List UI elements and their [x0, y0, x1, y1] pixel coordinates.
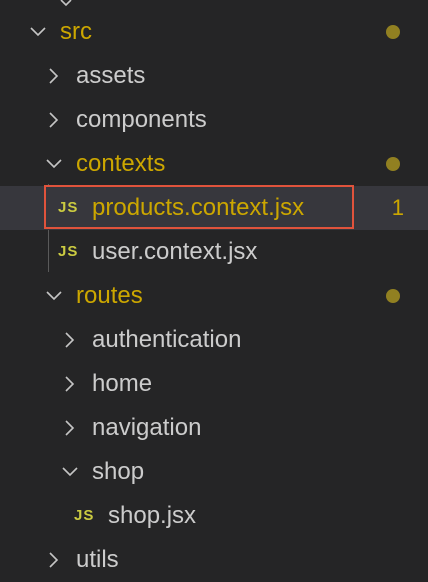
folder-label: shop: [92, 458, 145, 485]
js-file-icon: JS: [74, 507, 95, 524]
tree-file-user-context[interactable]: JS user.context.jsx: [0, 230, 428, 274]
js-file-icon: JS: [58, 243, 79, 260]
chevron-right-icon: [44, 66, 64, 86]
chevron-right-icon: [44, 550, 64, 570]
folder-label: home: [92, 370, 153, 397]
tree-folder-components[interactable]: components: [0, 98, 428, 142]
chevron-down-icon: [60, 0, 72, 7]
file-label: user.context.jsx: [92, 238, 258, 265]
file-label: shop.jsx: [108, 502, 197, 529]
chevron-right-icon: [60, 418, 80, 438]
tree-folder-routes[interactable]: routes: [0, 274, 428, 318]
tree-folder-shop[interactable]: shop: [0, 450, 428, 494]
tree-folder-home[interactable]: home: [0, 362, 428, 406]
tree-folder-src[interactable]: src: [0, 10, 428, 54]
tree-folder-utils[interactable]: utils: [0, 538, 428, 582]
folder-label: authentication: [92, 326, 242, 353]
chevron-down-icon: [28, 22, 48, 42]
folder-label: src: [60, 18, 92, 45]
file-explorer: src assets components contexts JS produc…: [0, 0, 428, 578]
file-label: products.context.jsx: [92, 194, 305, 221]
modified-dot-icon: [386, 25, 400, 39]
problem-count-badge: 1: [391, 195, 404, 220]
folder-label: routes: [76, 282, 143, 309]
tree-folder-navigation[interactable]: navigation: [0, 406, 428, 450]
chevron-down-icon: [44, 154, 64, 174]
folder-label: navigation: [92, 414, 202, 441]
chevron-down-icon: [60, 462, 80, 482]
folder-label: utils: [76, 546, 119, 573]
folder-label: assets: [76, 62, 146, 89]
chevron-right-icon: [60, 374, 80, 394]
folder-label: contexts: [76, 150, 166, 177]
modified-dot-icon: [386, 157, 400, 171]
chevron-down-icon: [44, 286, 64, 306]
tree-folder-contexts[interactable]: contexts: [0, 142, 428, 186]
tree-file-products-context[interactable]: JS products.context.jsx 1: [0, 186, 428, 230]
chevron-right-icon: [44, 110, 64, 130]
tree-file-shop-jsx[interactable]: JS shop.jsx: [0, 494, 428, 538]
tree-folder-authentication[interactable]: authentication: [0, 318, 428, 362]
js-file-icon: JS: [58, 199, 79, 216]
tree-folder-assets[interactable]: assets: [0, 54, 428, 98]
folder-label: components: [76, 106, 207, 133]
modified-dot-icon: [386, 289, 400, 303]
chevron-right-icon: [60, 330, 80, 350]
